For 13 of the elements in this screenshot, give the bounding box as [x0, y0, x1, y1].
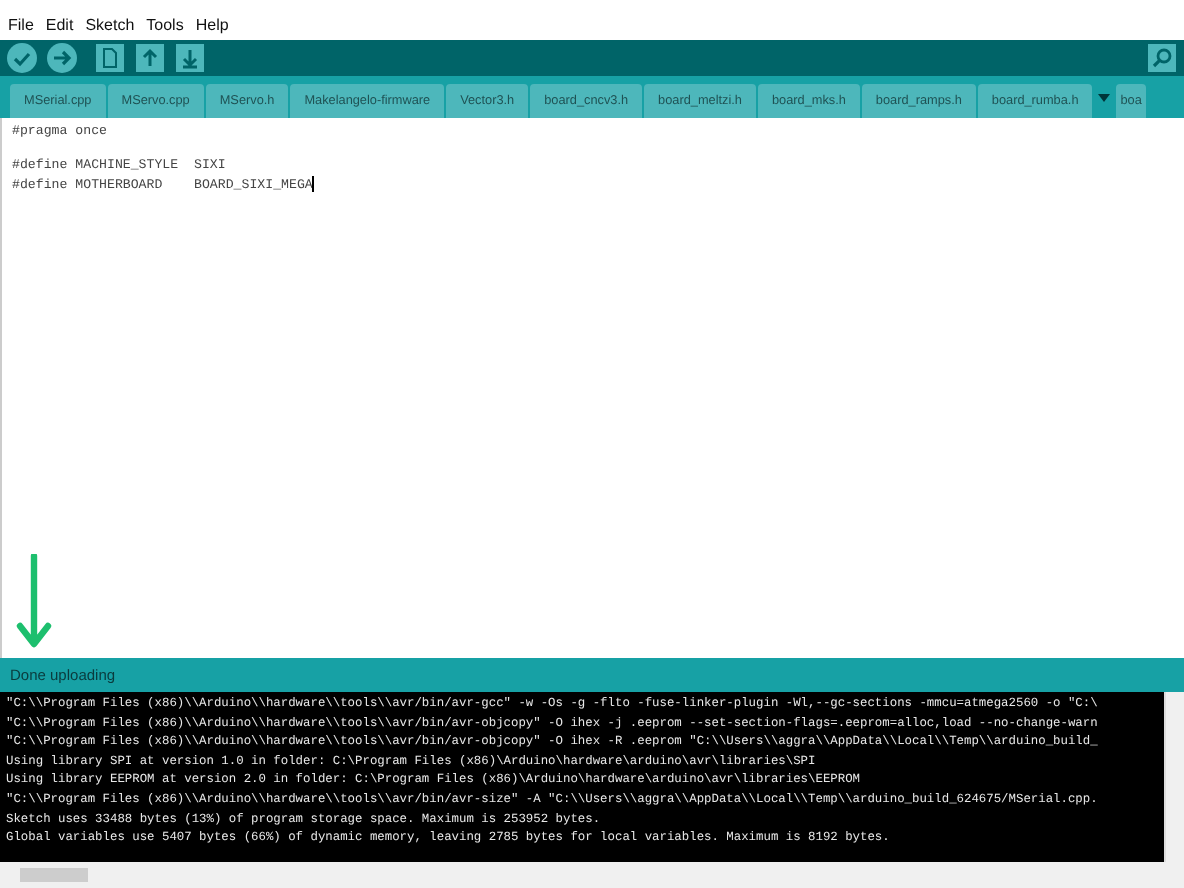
text-cursor — [312, 175, 315, 192]
tab-menu-caret-icon[interactable] — [1098, 93, 1111, 101]
serial-monitor-search-icon[interactable] — [1146, 42, 1178, 74]
down-arrow-icon — [16, 554, 52, 650]
new-file-icon[interactable] — [94, 42, 126, 74]
vertical-scrollbar[interactable] — [1164, 692, 1184, 862]
verify-check-icon[interactable] — [6, 42, 38, 74]
menu-item[interactable]: Sketch — [85, 16, 135, 34]
menu-item[interactable]: Edit — [45, 16, 74, 34]
menu-item[interactable]: File — [8, 16, 34, 34]
menu-item[interactable]: Help — [195, 16, 229, 34]
horizontal-scrollbar[interactable] — [0, 862, 1184, 888]
menu-item[interactable]: Tools — [146, 16, 184, 34]
